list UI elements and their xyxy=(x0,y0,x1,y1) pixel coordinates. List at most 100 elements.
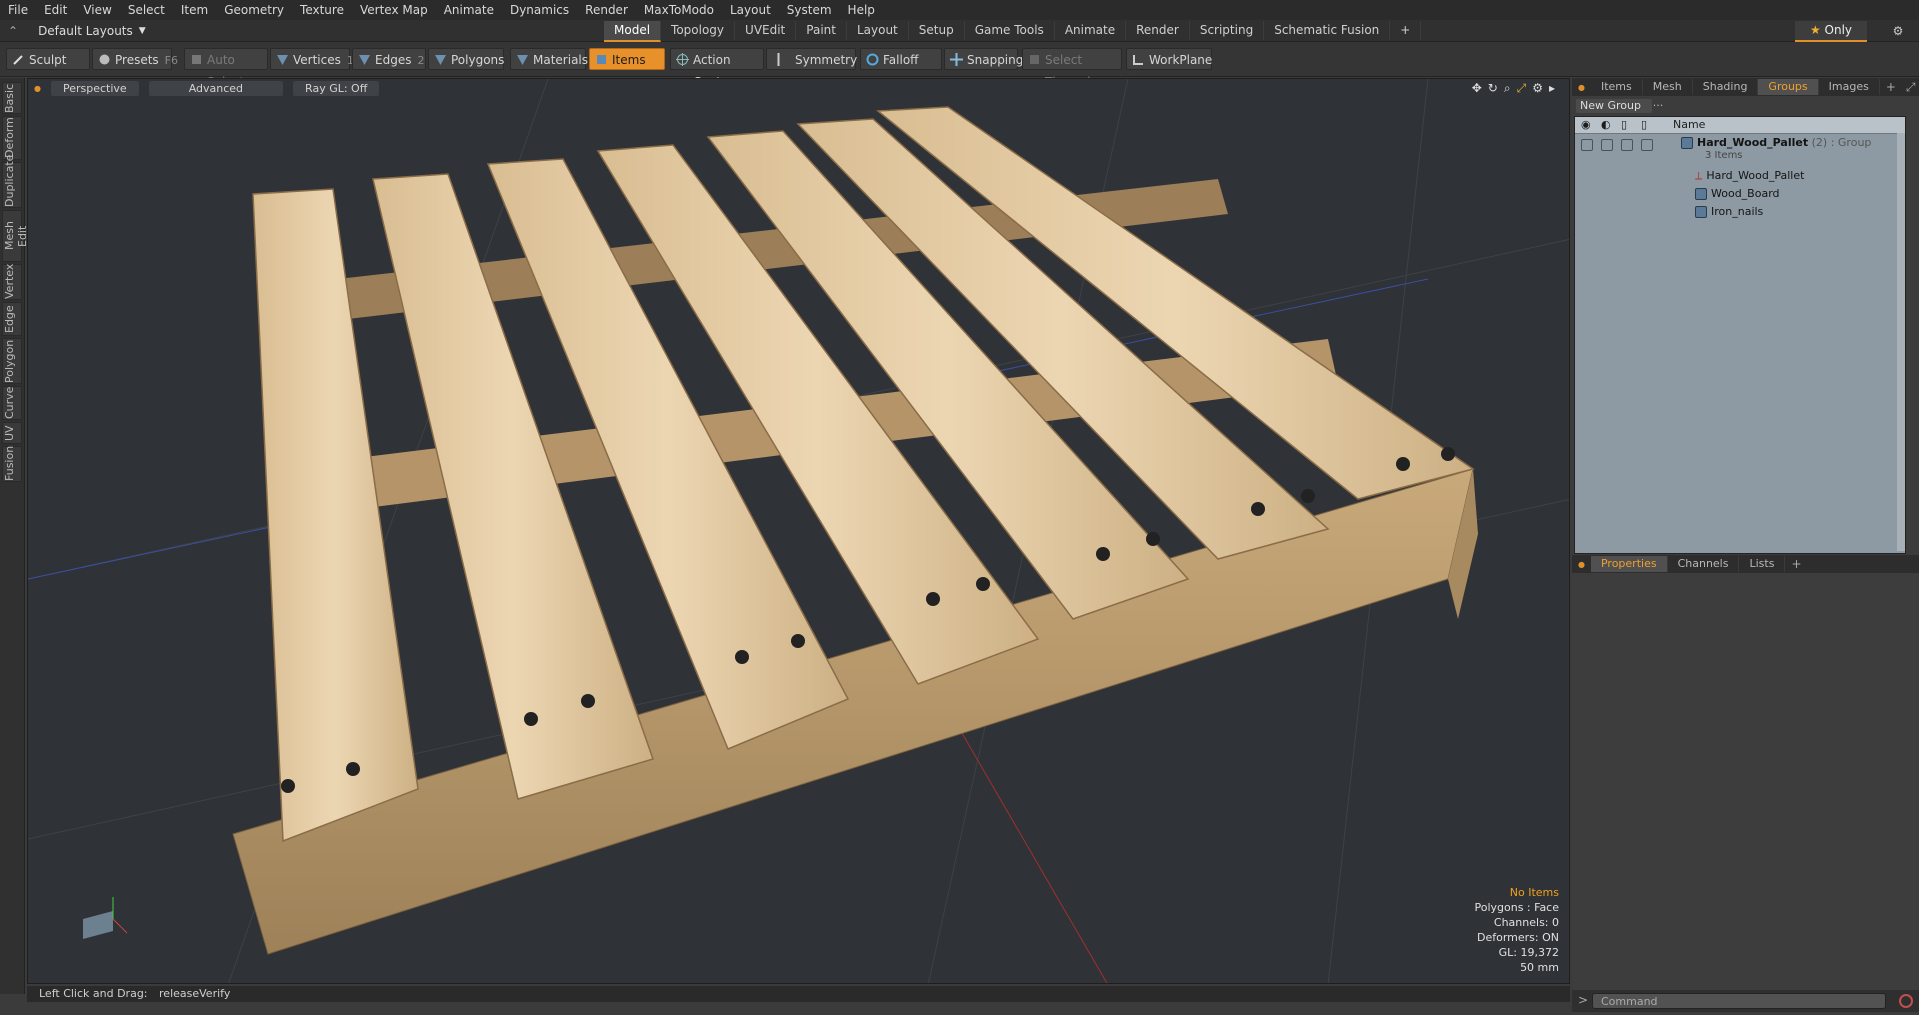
menu-item[interactable]: Texture xyxy=(292,0,352,20)
falloff-button[interactable]: Falloff xyxy=(860,48,942,70)
add-tab-icon[interactable]: + xyxy=(1791,557,1801,571)
expand-icon[interactable]: ⤢ xyxy=(1906,80,1916,95)
tab-game-tools[interactable]: Game Tools xyxy=(965,21,1055,40)
lock-toggle-icon[interactable] xyxy=(1621,139,1633,151)
panel-tab-mesh-[interactable]: Mesh ... xyxy=(1643,79,1693,109)
tab-layout[interactable]: Layout xyxy=(847,21,909,40)
snapping-button[interactable]: Snapping xyxy=(944,48,1023,70)
workplane-button[interactable]: WorkPlane xyxy=(1126,48,1212,70)
polygons-button[interactable]: Polygons xyxy=(428,48,504,70)
panel-tab-shading[interactable]: Shading xyxy=(1693,79,1759,95)
props-tab-channels[interactable]: Channels xyxy=(1668,556,1740,572)
select-toggle-icon[interactable] xyxy=(1641,139,1653,151)
menu-item[interactable]: Edit xyxy=(36,0,75,20)
vertices-button[interactable]: Vertices 1 xyxy=(270,48,354,70)
layout-dropdown[interactable]: ⌃ Default Layouts ▼ xyxy=(8,20,146,41)
left-tab-vertex[interactable]: Vertex xyxy=(2,264,22,300)
left-tab-fusion[interactable]: Fusion xyxy=(2,446,22,482)
gear-icon[interactable]: ⚙ xyxy=(1889,22,1907,40)
left-tab-basic[interactable]: Basic xyxy=(2,82,22,114)
tab-schematic-fusion[interactable]: Schematic Fusion xyxy=(1264,21,1391,40)
axis-line-red xyxy=(947,708,1108,983)
menu-item[interactable]: Item xyxy=(173,0,216,20)
unit-info: 50 mm xyxy=(1520,961,1559,974)
deformers-info: Deformers: ON xyxy=(1477,931,1559,944)
tree-row[interactable]: ⟂ Hard_Wood_Pallet xyxy=(1575,167,1905,185)
menu-item[interactable]: View xyxy=(75,0,119,20)
eye-icon[interactable] xyxy=(1581,139,1593,151)
props-tab-properties[interactable]: Properties xyxy=(1590,556,1668,572)
left-tab-curve[interactable]: Curve xyxy=(2,386,22,420)
vertices-label: Vertices xyxy=(293,53,341,67)
items-button[interactable]: Items5 xyxy=(589,48,677,70)
panel-tab-images[interactable]: Images xyxy=(1819,79,1880,95)
left-tab-uv[interactable]: UV xyxy=(2,422,22,444)
tab-animate[interactable]: Animate xyxy=(1055,21,1127,40)
play-icon[interactable]: ▸ xyxy=(1549,81,1555,96)
tree-row-group[interactable]: Hard_Wood_Pallet (2) : Group 3 Items xyxy=(1575,135,1905,165)
group-count: (2) xyxy=(1811,136,1828,149)
menu-item[interactable]: MaxToModo xyxy=(636,0,722,20)
tab-setup[interactable]: Setup xyxy=(909,21,965,40)
sculpt-button[interactable]: Sculpt xyxy=(6,48,90,70)
menu-item[interactable]: Select xyxy=(120,0,173,20)
tab-topology[interactable]: Topology xyxy=(661,21,736,40)
edges-button[interactable]: Edges 2 xyxy=(352,48,426,70)
add-tab-icon[interactable]: + xyxy=(1886,80,1896,94)
symmetry-button[interactable]: Symmetry xyxy=(766,48,857,70)
select-through-icon xyxy=(1030,55,1039,64)
select-through-button[interactable]: Select Through xyxy=(1022,48,1122,89)
menu-item[interactable]: Layout xyxy=(722,0,779,20)
tab-model[interactable]: Model xyxy=(604,21,662,42)
axis-gizmo xyxy=(83,897,128,939)
viewport-info: No Items Polygons : Face Channels: 0 Def… xyxy=(1474,885,1559,975)
record-icon[interactable] xyxy=(1899,994,1913,1008)
props-tab-lists[interactable]: Lists xyxy=(1739,556,1786,572)
mesh-icon xyxy=(1695,188,1707,200)
add-tab-button[interactable]: + xyxy=(1390,21,1422,40)
menu-item[interactable]: Render xyxy=(577,0,636,20)
menu-item[interactable]: Help xyxy=(840,0,883,20)
tree-row[interactable]: Iron_nails xyxy=(1575,203,1905,221)
edges-label: Edges xyxy=(375,53,412,67)
menu-item[interactable]: Animate xyxy=(436,0,502,20)
menu-item[interactable]: Vertex Map xyxy=(352,0,436,20)
action-center-button[interactable]: Action Center xyxy=(670,48,764,89)
menu-item[interactable]: Dynamics xyxy=(502,0,577,20)
viewport-gear-icon[interactable]: ⚙ xyxy=(1532,81,1543,96)
viewport-header: ● Perspective Advanced Ray GL: Off xyxy=(28,79,1569,97)
panel-tab-groups[interactable]: Groups xyxy=(1758,79,1819,95)
tree-row[interactable]: Wood_Board xyxy=(1575,185,1905,203)
menu-item[interactable]: Geometry xyxy=(216,0,292,20)
left-tab-deform[interactable]: Deform xyxy=(2,116,22,160)
zoom-view-icon[interactable]: ⌕ xyxy=(1504,81,1511,96)
left-tab-edge[interactable]: Edge xyxy=(2,302,22,336)
command-input[interactable]: Command xyxy=(1592,993,1886,1009)
tab-render[interactable]: Render xyxy=(1126,21,1190,40)
move-view-icon[interactable]: ✥ xyxy=(1472,81,1482,96)
left-tab-duplicate[interactable]: Duplicate xyxy=(2,155,22,208)
tree-scrollbar[interactable] xyxy=(1897,133,1905,551)
render-icon: ◐ xyxy=(1601,118,1611,131)
new-group-button[interactable]: New Group xyxy=(1576,99,1652,113)
view-mode-button[interactable]: Perspective xyxy=(50,80,139,96)
tab-uvedit[interactable]: UVEdit xyxy=(735,21,797,40)
advanced-button[interactable]: Advanced xyxy=(148,80,284,96)
menu-item[interactable]: System xyxy=(779,0,840,20)
only-label: Only xyxy=(1824,23,1853,37)
tab-paint[interactable]: Paint xyxy=(796,21,847,40)
render-toggle-icon[interactable] xyxy=(1601,139,1613,151)
materials-button[interactable]: Materials xyxy=(510,48,588,70)
presets-button[interactable]: Presets F6 xyxy=(92,48,178,70)
menu-item[interactable]: File xyxy=(0,0,36,20)
auto-select-button[interactable]: Auto Select xyxy=(184,48,268,89)
rotate-view-icon[interactable]: ↻ xyxy=(1488,81,1498,96)
left-tab-polygon[interactable]: Polygon xyxy=(2,338,22,384)
3d-viewport[interactable]: ● Perspective Advanced Ray GL: Off ✥ ↻ ⌕… xyxy=(27,78,1570,984)
only-button[interactable]: ★ Only xyxy=(1795,21,1867,42)
left-tab-mesh-edit[interactable]: Mesh Edit xyxy=(2,210,29,262)
raygl-button[interactable]: Ray GL: Off xyxy=(293,80,380,96)
tab-scripting[interactable]: Scripting xyxy=(1190,21,1265,40)
maximize-view-icon[interactable]: ⤢ xyxy=(1517,81,1527,96)
panel-tab-items[interactable]: Items xyxy=(1591,79,1643,95)
